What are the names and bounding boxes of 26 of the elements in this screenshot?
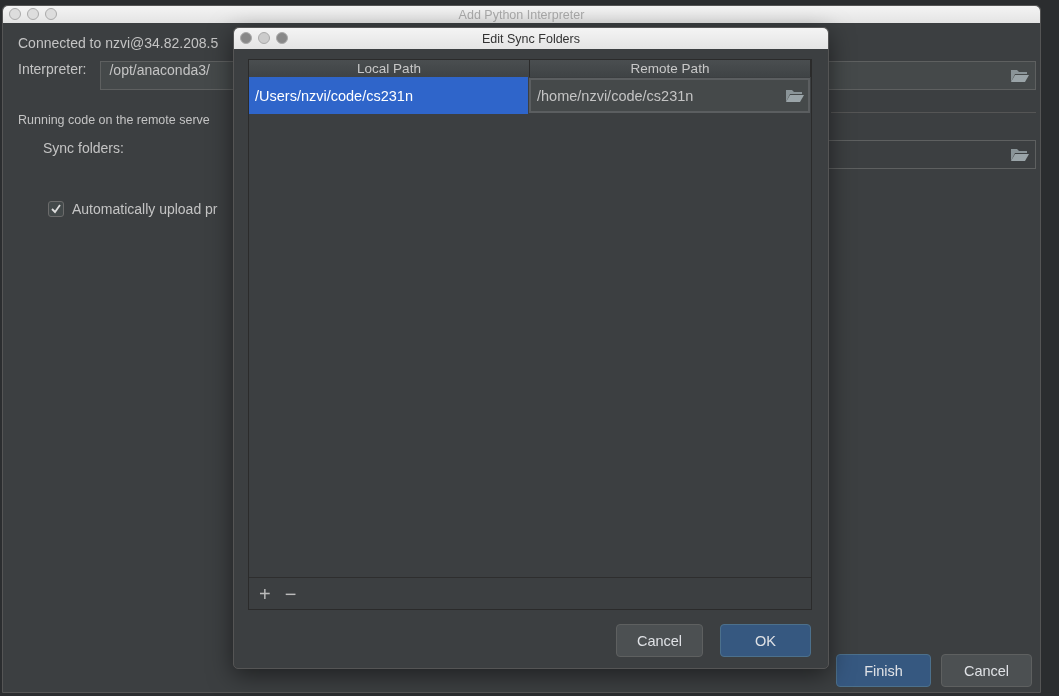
folder-icon[interactable] — [1010, 68, 1029, 83]
table-cell[interactable]: /Users/nzvi/code/cs231n — [249, 77, 528, 114]
sync-folders-label: Sync folders: — [43, 140, 124, 156]
window-title: Add Python Interpreter — [458, 7, 585, 22]
add-button[interactable]: + — [259, 583, 271, 604]
close-button[interactable] — [240, 32, 252, 44]
finish-button[interactable]: Finish — [836, 654, 931, 687]
cancel-button[interactable]: Cancel — [941, 654, 1032, 687]
connection-label: Connected to nzvi@34.82.208.5 — [18, 35, 219, 51]
ok-button[interactable]: OK — [720, 624, 811, 657]
folder-icon[interactable] — [785, 88, 804, 103]
column-header[interactable]: Remote Path — [530, 60, 811, 77]
section-heading: Running code on the remote serve — [18, 113, 210, 127]
dialog-title: Edit Sync Folders — [482, 31, 580, 46]
interpreter-label: Interpreter: — [18, 61, 87, 77]
close-button[interactable] — [9, 8, 21, 20]
minimize-button[interactable] — [258, 32, 270, 44]
checkbox-label: Automatically upload pr — [72, 201, 218, 217]
zoom-button[interactable] — [276, 32, 288, 44]
checkbox[interactable] — [48, 201, 64, 217]
minimize-button[interactable] — [27, 8, 39, 20]
remote-path-field[interactable]: /home/nzvi/code/cs231n — [529, 78, 810, 113]
zoom-button[interactable] — [45, 8, 57, 20]
remove-button[interactable]: − — [284, 583, 297, 604]
cancel-button[interactable]: Cancel — [616, 624, 703, 657]
folder-icon[interactable] — [1010, 147, 1029, 162]
